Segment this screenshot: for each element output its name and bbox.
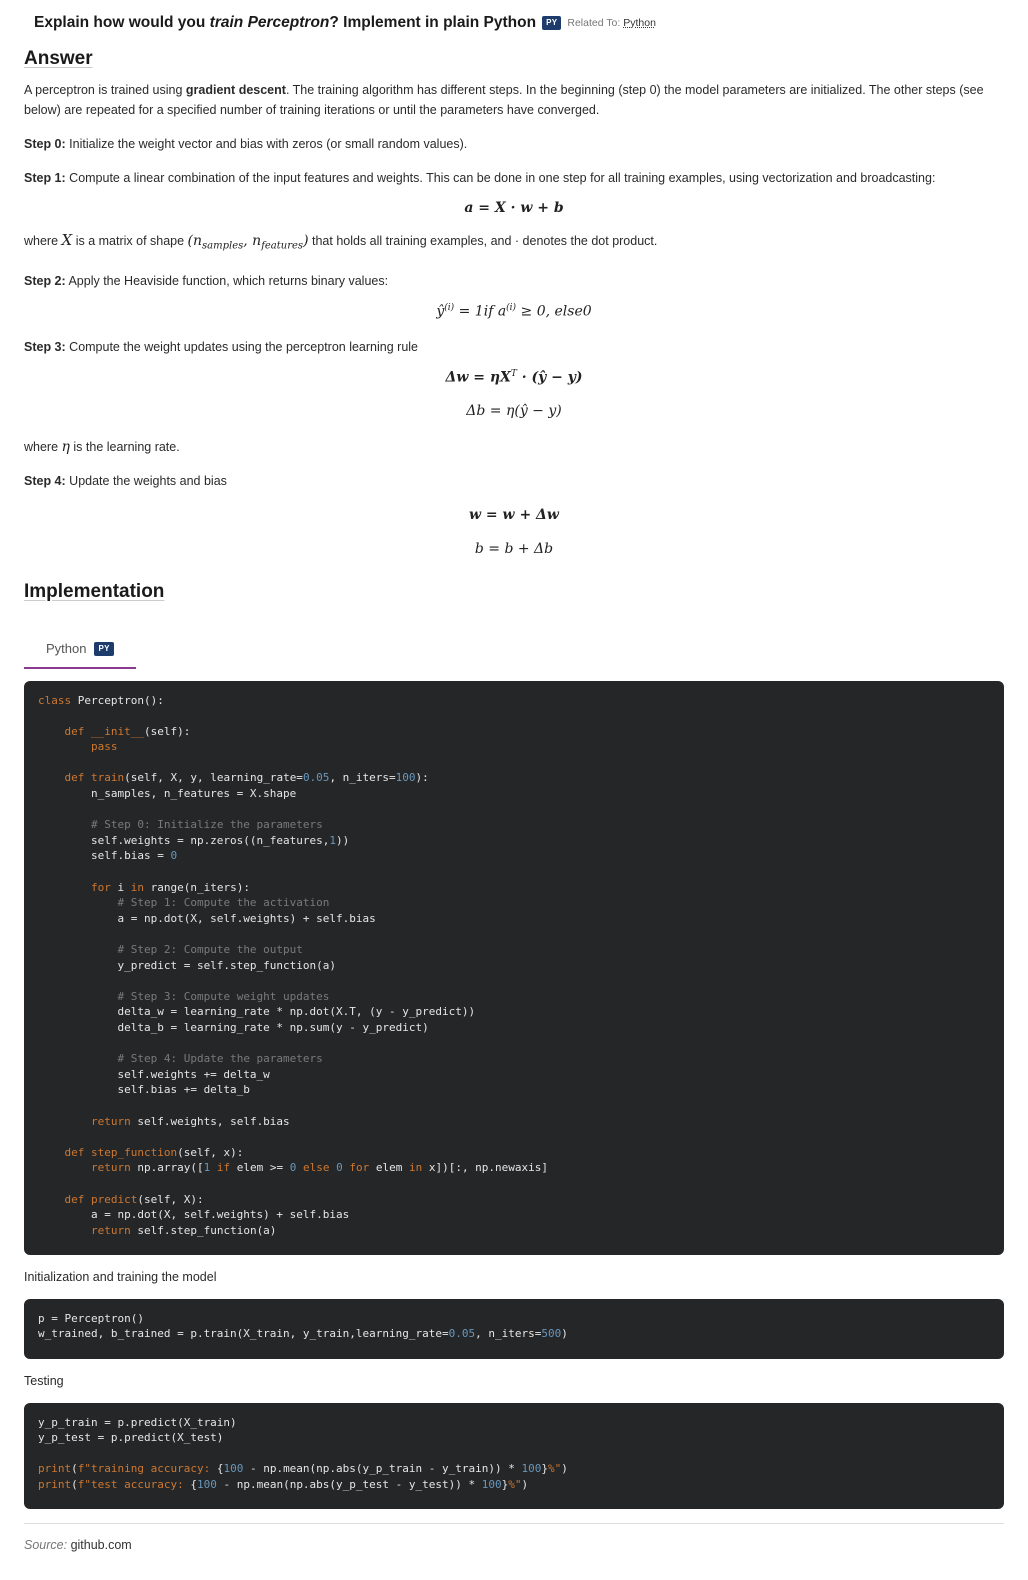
tab-python-label: Python xyxy=(46,641,87,656)
related-python-link[interactable]: Python xyxy=(623,17,656,29)
equation-update-w: w = w + Δw xyxy=(469,506,559,523)
gradient-descent-term: gradient descent xyxy=(185,83,286,97)
page: Explain how would you train Perceptron? … xyxy=(0,0,1028,1552)
equation-activation: a = X · w + b xyxy=(464,200,564,216)
tab-python[interactable]: Python PY xyxy=(24,631,136,669)
implementation-heading: Implementation xyxy=(24,580,165,602)
where-x-text: where X is a matrix of shape (nsamples, … xyxy=(24,231,658,252)
step-3: Step 3: Compute the weight updates using… xyxy=(24,339,418,354)
source-label: Source: xyxy=(24,1537,68,1552)
python-badge: PY xyxy=(542,16,562,30)
equation-update-b: b = b + Δb xyxy=(474,540,554,557)
step-1: Step 1: Compute a linear combination of … xyxy=(24,171,936,185)
question-emphasis: train Perceptron xyxy=(209,14,330,31)
question-suffix: ? Implement in plain Python xyxy=(329,14,537,31)
testing-caption: Testing xyxy=(24,1373,64,1388)
equation-delta-b: Δb = η(ŷ − y) xyxy=(466,402,562,419)
answer-intro: A perceptron is trained using gradient d… xyxy=(24,83,984,117)
step-0: Step 0: Initialize the weight vector and… xyxy=(24,137,468,151)
answer-heading: Answer xyxy=(24,48,93,69)
related-label: Related To: xyxy=(567,17,621,29)
init-caption: Initialization and training the model xyxy=(24,1269,217,1284)
source-value[interactable]: github.com xyxy=(67,1538,132,1552)
question-prefix: Explain how would you xyxy=(34,14,210,31)
question-title: Explain how would you train Perceptron? … xyxy=(34,14,1004,32)
training-code-block[interactable]: p = Perceptron() w_trained, b_trained = … xyxy=(24,1298,1004,1359)
step-2: Step 2: Apply the Heaviside function, wh… xyxy=(24,273,389,288)
where-eta-text: where η is the learning rate. xyxy=(24,438,180,455)
related-to: Related To: Python xyxy=(567,17,656,29)
tab-python-badge: PY xyxy=(94,641,114,656)
testing-code-block[interactable]: y_p_train = p.predict(X_train) y_p_test … xyxy=(24,1402,1004,1509)
step-4: Step 4: Update the weights and bias xyxy=(24,473,227,488)
equation-heaviside: ŷ(i) = 1if a(i) ≥ 0, else0 xyxy=(436,302,592,320)
equation-delta-w: Δw = ηXT · (ŷ − y) xyxy=(445,368,583,386)
language-tabs: Python PY xyxy=(24,631,1004,671)
perceptron-code-block[interactable]: class Perceptron(): def __init__(self): … xyxy=(24,680,1004,1255)
source-footer: Source: github.com xyxy=(24,1522,1004,1552)
